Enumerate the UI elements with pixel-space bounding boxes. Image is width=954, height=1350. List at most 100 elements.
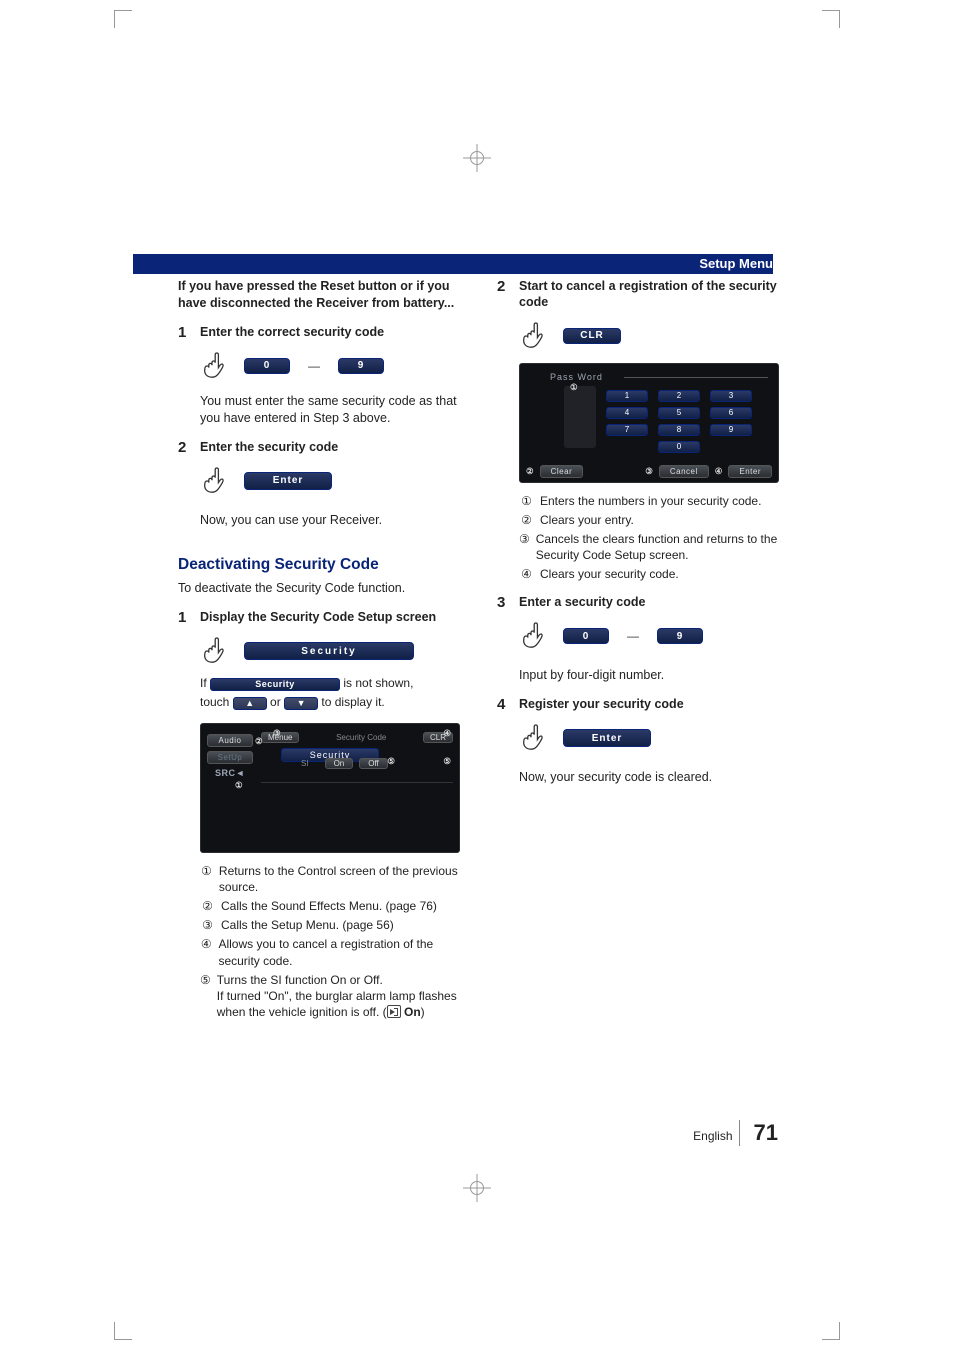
legend-num-4: ④ [519,566,534,582]
arrow-down-button[interactable]: ▼ [284,697,318,710]
right-step3-controls: 0 — 9 [519,619,780,653]
step-title: Enter the security code [200,439,461,456]
hand-icon [519,319,551,353]
callout-1: ① [235,780,243,791]
deact-step1: 1 Display the Security Code Setup screen [178,609,461,626]
right-step4-controls: Enter [519,721,780,755]
enter-button[interactable]: Enter [563,729,651,747]
legend-text-4: Clears your security code. [540,566,679,582]
right-step4-note: Now, your security code is cleared. [519,769,780,786]
setup-button[interactable]: SetUp [207,751,253,764]
keypad-3[interactable]: 3 [710,390,752,402]
legend-text-3: Cancels the clears function and returns … [536,531,780,563]
intro-text: If you have pressed the Reset button or … [178,278,461,312]
step-title: Display the Security Code Setup screen [200,609,461,626]
legend-num-1: ① [200,863,213,895]
right-step4: 4 Register your security code [497,696,780,713]
right-step3: 3 Enter a security code [497,594,780,611]
legend-text-3: Calls the Setup Menu. (page 56) [221,917,394,933]
step-title: Enter a security code [519,594,780,611]
step-number: 1 [178,324,192,341]
keypad-1[interactable]: 1 [606,390,648,402]
legend-num-2: ② [200,898,215,914]
step-number: 4 [497,696,511,713]
keypad-8[interactable]: 8 [658,424,700,436]
callout-5-on: ⑤ [387,756,395,767]
device2-legend: ①Enters the numbers in your security cod… [519,493,780,583]
enter-button[interactable]: Enter [728,465,772,478]
legend-text-5: Turns the SI function On or Off. If turn… [217,972,461,1021]
enter-button[interactable]: Enter [244,472,332,490]
password-label: Pass Word [550,372,603,382]
left-step2-note: Now, you can use your Receiver. [200,512,461,529]
hand-icon [200,634,232,668]
step-number: 3 [497,594,511,611]
right-step2-controls: CLR [519,319,780,353]
callout-3: ③ [273,728,281,739]
factory-default-icon [387,1005,401,1018]
registration-mark-bottom [463,1174,491,1202]
legend-num-1: ① [519,493,534,509]
keypad-0[interactable]: 0 [658,441,700,453]
mini-security-pill: Security [210,678,340,691]
left-step1-note: You must enter the same security code as… [200,393,461,427]
text-if: If [200,676,207,690]
range-dash: — [302,359,326,373]
clear-button[interactable]: Clear [540,465,584,478]
registration-mark-top [463,144,491,172]
section-subtitle: To deactivate the Security Code function… [178,580,461,597]
legend-text-2: Calls the Sound Effects Menu. (page 76) [221,898,437,914]
corner-bl [114,1322,132,1340]
keypad-9[interactable]: 9 [710,424,752,436]
legend-num-5: ⑤ [200,972,211,1021]
legend-num-3: ③ [200,917,215,933]
keypad-4[interactable]: 4 [606,407,648,419]
right-column: 2 Start to cancel a registration of the … [497,278,780,1023]
legend-num-2: ② [519,512,534,528]
legend-text-1: Returns to the Control screen of the pre… [219,863,461,895]
keypad-5[interactable]: 5 [658,407,700,419]
text-or: or [270,695,281,709]
footer-lang: English [693,1129,732,1143]
hand-icon [200,464,232,498]
keypad-2[interactable]: 2 [658,390,700,402]
key-9-button[interactable]: 9 [338,358,384,374]
deact-step1-controls: Security [200,634,461,668]
deact-if-line: If Security is not shown, touch ▲ or ▼ t… [200,674,461,712]
step-title: Enter the correct security code [200,324,461,341]
audio-button[interactable]: Audio [207,734,253,747]
clr-button[interactable]: CLR [563,328,621,344]
key-0-button[interactable]: 0 [563,628,609,644]
key-9-button[interactable]: 9 [657,628,703,644]
src-button: SRC◄ [207,768,253,778]
corner-br [822,1322,840,1340]
right-step3-note: Input by four-digit number. [519,667,780,684]
device-title: Security Code [336,733,386,742]
callout-4: ④ [715,466,723,477]
on-toggle[interactable]: On [325,758,354,769]
keypad-6[interactable]: 6 [710,407,752,419]
header-bar [133,254,773,274]
callout-1: ① [570,382,578,393]
security-button[interactable]: Security [244,642,414,660]
corner-tr [822,10,840,28]
step-number: 2 [178,439,192,456]
legend-text-4: Allows you to cancel a registration of t… [218,936,461,968]
keypad-7[interactable]: 7 [606,424,648,436]
left-step2-controls: Enter [200,464,461,498]
step-title: Register your security code [519,696,780,713]
left-step1-controls: 0 — 9 [200,349,461,383]
hand-icon [519,619,551,653]
legend-num-3: ③ [519,531,530,563]
legend-text-2: Clears your entry. [540,512,634,528]
arrow-up-button[interactable]: ▲ [233,697,267,710]
step-number: 1 [178,609,192,626]
key-0-button[interactable]: 0 [244,358,290,374]
callout-4: ④ [443,728,451,739]
left-step2: 2 Enter the security code [178,439,461,456]
header-title: Setup Menu [699,256,773,271]
left-step1: 1 Enter the correct security code [178,324,461,341]
cancel-button[interactable]: Cancel [659,465,709,478]
range-dash: — [621,629,645,643]
off-toggle[interactable]: Off [359,758,388,769]
